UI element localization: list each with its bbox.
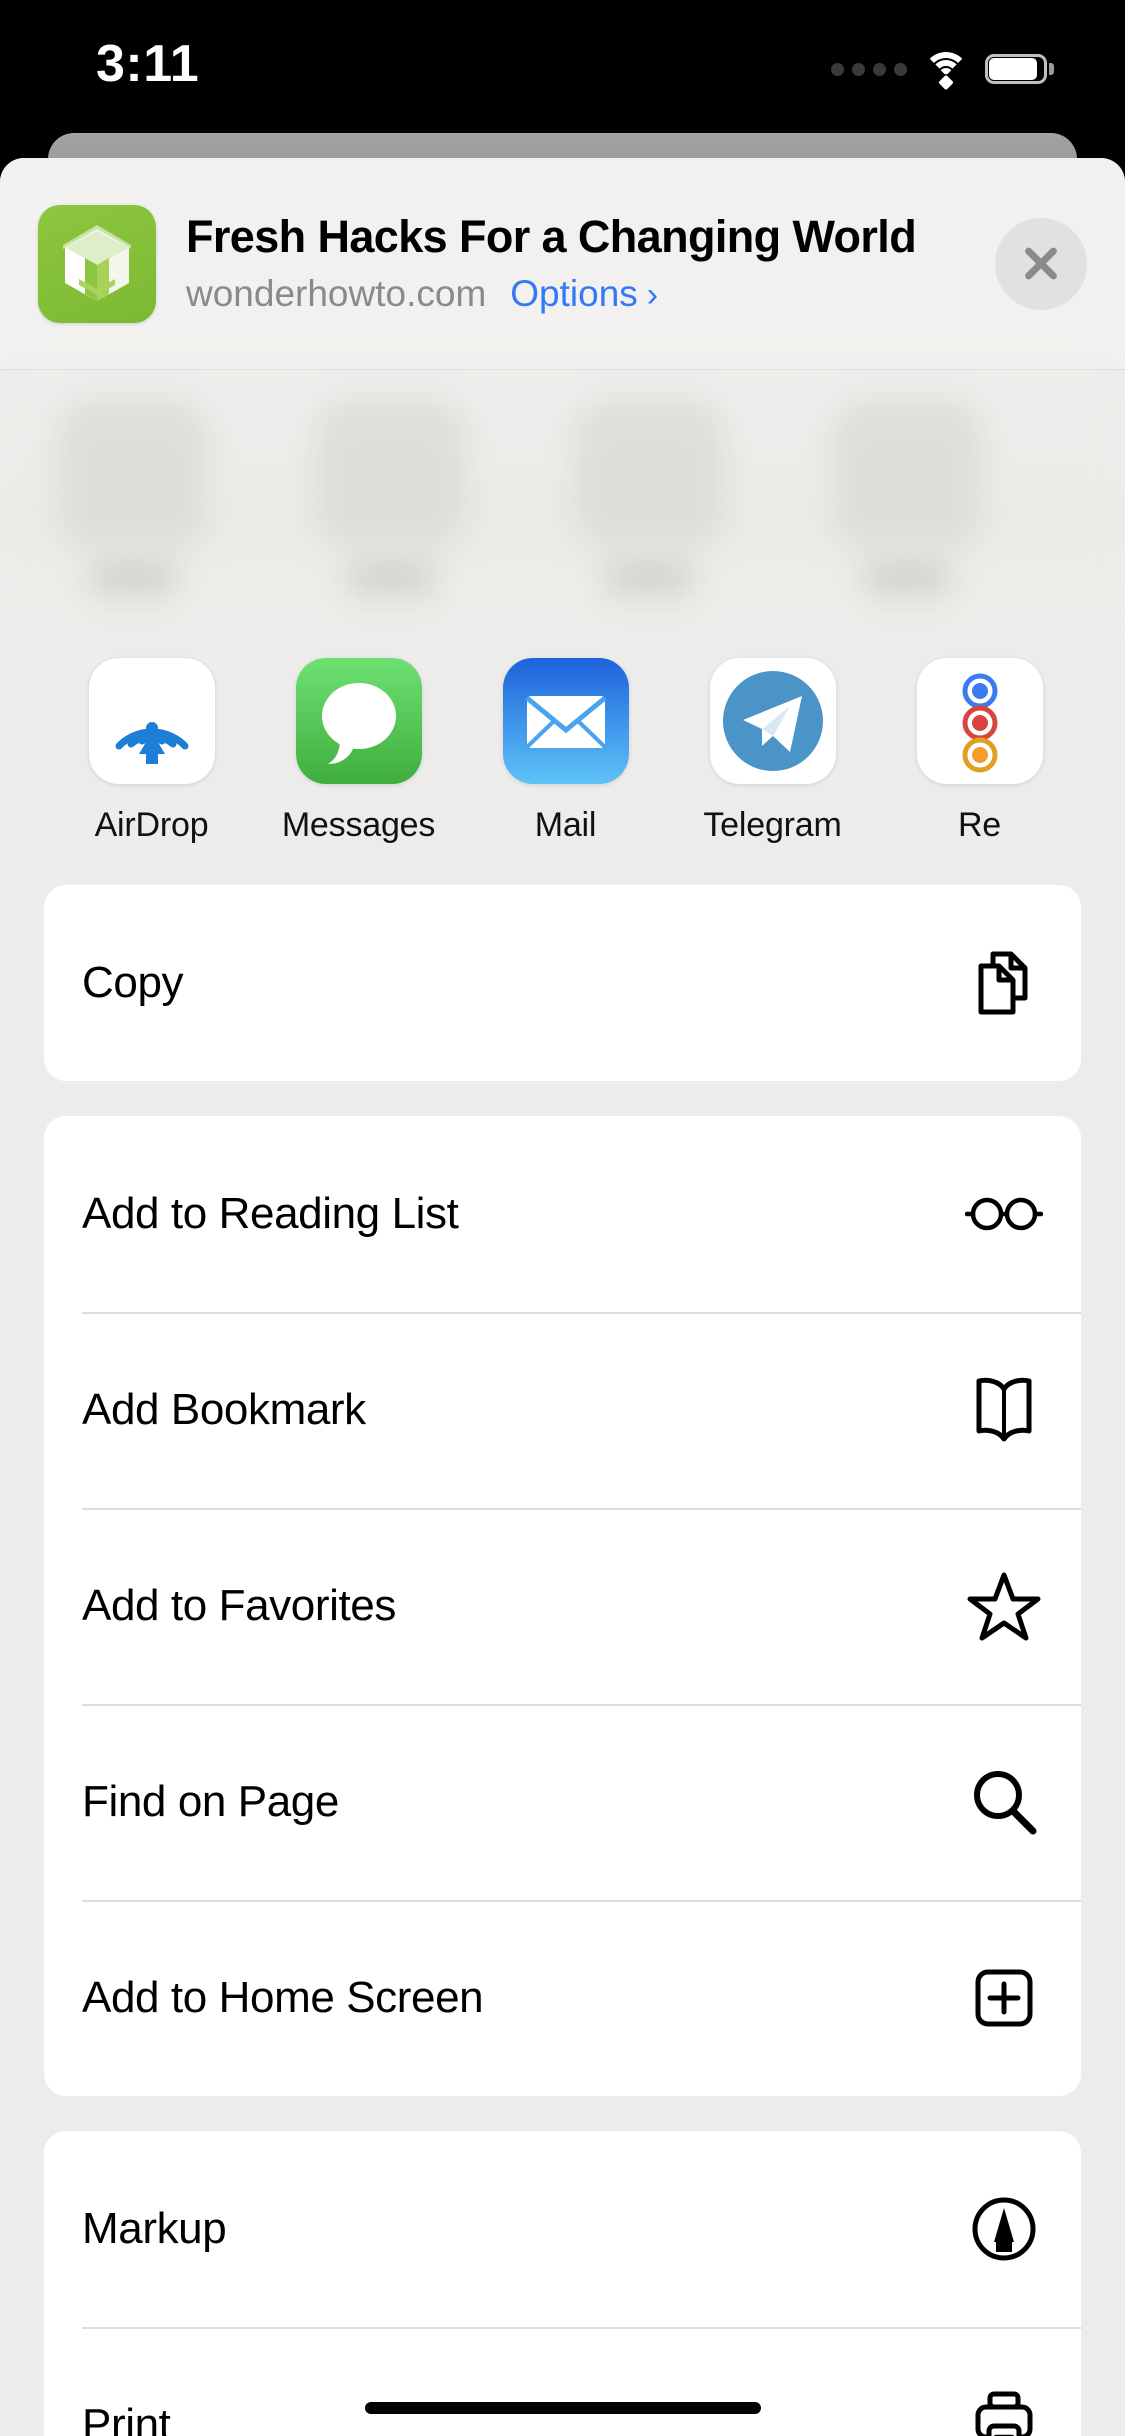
- share-target-reminders[interactable]: Re: [876, 658, 1083, 845]
- status-bar-indicators: [831, 52, 1054, 91]
- wonderhowto-logo: [38, 204, 156, 323]
- action-row-print[interactable]: Print: [44, 2327, 1081, 2436]
- airdrop-icon: [88, 658, 215, 784]
- action-label: Add to Reading List: [82, 1189, 459, 1238]
- book-icon: [965, 1371, 1043, 1449]
- action-group: Copy: [44, 885, 1081, 1081]
- share-target-airdrop[interactable]: AirDrop: [48, 658, 255, 845]
- suggestion-avatar: [58, 397, 208, 548]
- wifi-icon: [923, 52, 969, 91]
- share-target-label: AirDrop: [94, 806, 209, 844]
- suggestion-label: [607, 565, 691, 592]
- share-target-mail[interactable]: Mail: [462, 658, 669, 845]
- status-bar: 3:11: [0, 0, 1125, 132]
- glasses-icon: [965, 1175, 1043, 1253]
- action-group: Add to Reading List Add Bookmark Add to …: [44, 1116, 1081, 2096]
- messages-icon: [295, 658, 422, 784]
- share-target-label: Mail: [534, 806, 597, 844]
- action-row-add-to-favorites[interactable]: Add to Favorites: [44, 1508, 1081, 1704]
- suggestion-label: [91, 565, 175, 592]
- share-target-label: Telegram: [703, 806, 842, 844]
- home-indicator: [364, 2402, 761, 2414]
- suggestion-avatar: [316, 397, 466, 548]
- action-row-add-to-home-screen[interactable]: Add to Home Screen: [44, 1900, 1081, 2096]
- suggestion-label: [865, 565, 949, 592]
- suggestion-item[interactable]: [296, 397, 486, 592]
- action-row-add-bookmark[interactable]: Add Bookmark: [44, 1312, 1081, 1508]
- status-bar-time: 3:11: [96, 35, 200, 93]
- action-group: Markup Print: [44, 2131, 1081, 2436]
- close-icon[interactable]: [995, 217, 1087, 310]
- share-sheet: Fresh Hacks For a Changing World wonderh…: [0, 158, 1125, 2436]
- suggestion-item[interactable]: [554, 397, 744, 592]
- share-target-messages[interactable]: Messages: [255, 658, 462, 845]
- share-target-label: Re: [957, 806, 1002, 844]
- action-label: Copy: [82, 958, 184, 1007]
- printer-icon: [965, 2386, 1043, 2436]
- share-sheet-header: Fresh Hacks For a Changing World wonderh…: [0, 158, 1125, 370]
- suggestion-avatar: [832, 397, 982, 548]
- signal-dots-icon: [831, 62, 907, 76]
- suggestion-item[interactable]: [812, 397, 1002, 592]
- page-domain: wonderhowto.com: [186, 272, 487, 314]
- telegram-icon: [709, 658, 836, 784]
- share-sheet-header-text: Fresh Hacks For a Changing World wonderh…: [156, 211, 995, 316]
- suggestion-avatar: [574, 397, 724, 548]
- suggestion-item[interactable]: [38, 397, 228, 592]
- page-title: Fresh Hacks For a Changing World: [186, 210, 917, 262]
- share-targets-row[interactable]: AirDrop Messages Mail Telegram Re: [0, 620, 1125, 867]
- options-label: Options: [510, 272, 638, 314]
- action-row-add-to-reading-list[interactable]: Add to Reading List: [44, 1116, 1081, 1312]
- action-row-copy[interactable]: Copy: [44, 885, 1081, 1081]
- markup-pen-icon: [965, 2190, 1043, 2268]
- header-subtitle: wonderhowto.com Options ›: [186, 272, 995, 316]
- suggestions-row[interactable]: [0, 370, 1125, 620]
- share-target-telegram[interactable]: Telegram: [669, 658, 876, 845]
- suggestion-label: [349, 565, 433, 592]
- star-icon: [965, 1567, 1043, 1645]
- options-link[interactable]: Options ›: [510, 272, 658, 316]
- action-list: Copy Add to Reading List Add Bookmark Ad…: [0, 867, 1125, 2436]
- action-label: Add Bookmark: [82, 1385, 366, 1434]
- chevron-right-icon: ›: [646, 275, 659, 314]
- action-row-markup[interactable]: Markup: [44, 2131, 1081, 2327]
- action-label: Add to Favorites: [82, 1581, 396, 1630]
- copy-icon: [965, 944, 1043, 1022]
- action-label: Markup: [82, 2204, 227, 2253]
- action-label: Find on Page: [82, 1777, 339, 1826]
- battery-icon: [985, 54, 1054, 84]
- magnifier-icon: [965, 1763, 1043, 1841]
- add-to-home-icon: [965, 1959, 1043, 2037]
- reminders-icon: [916, 658, 1043, 784]
- mail-icon: [502, 658, 629, 784]
- action-row-find-on-page[interactable]: Find on Page: [44, 1704, 1081, 1900]
- share-target-label: Messages: [281, 806, 436, 844]
- action-label: Add to Home Screen: [82, 1973, 484, 2022]
